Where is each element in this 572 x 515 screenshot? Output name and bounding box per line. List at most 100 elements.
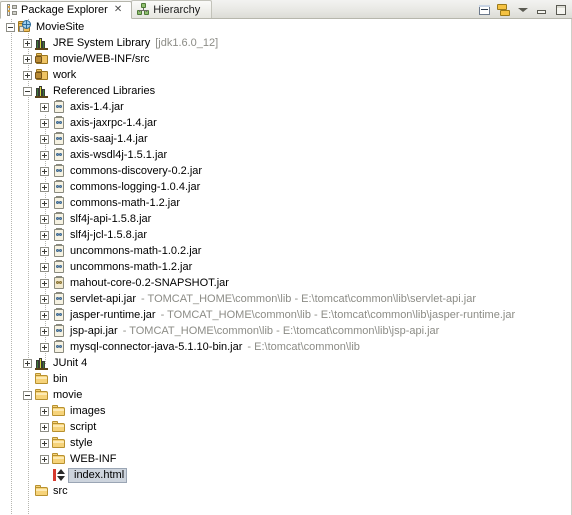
tree-item[interactable]: axis-1.4.jar (0, 99, 571, 115)
folder-icon (34, 371, 50, 387)
collapse-toggle-icon[interactable] (4, 19, 17, 35)
view-menu-icon[interactable] (515, 2, 531, 18)
tree-item-label: commons-discovery-0.2.jar (70, 165, 203, 177)
expand-toggle-icon[interactable] (38, 339, 51, 355)
tree-item-label: jsp-api.jar (70, 325, 118, 337)
close-icon[interactable]: ✕ (112, 5, 124, 15)
tree-item[interactable]: work (0, 67, 571, 83)
tab-hierarchy[interactable]: Hierarchy (131, 0, 213, 18)
tree-item-label: style (70, 437, 93, 449)
expand-toggle-icon[interactable] (21, 51, 34, 67)
tree-item-label: Referenced Libraries (53, 85, 156, 97)
library-icon (34, 35, 50, 51)
tree-item[interactable]: jasper-runtime.jar - TOMCAT_HOME\common\l… (0, 307, 571, 323)
link-with-editor-icon[interactable] (496, 2, 512, 18)
jar-icon (51, 259, 67, 275)
collapse-toggle-icon[interactable] (21, 387, 34, 403)
tree-item[interactable]: bin (0, 371, 571, 387)
jar-icon (51, 227, 67, 243)
expand-toggle-icon[interactable] (38, 99, 51, 115)
expand-toggle-icon[interactable] (38, 323, 51, 339)
tree-item-label: jasper-runtime.jar (70, 309, 156, 321)
tree-item[interactable]: axis-wsdl4j-1.5.1.jar (0, 147, 571, 163)
tree-item[interactable]: commons-logging-1.0.4.jar (0, 179, 571, 195)
expand-toggle-icon[interactable] (38, 147, 51, 163)
maximize-icon[interactable] (553, 2, 569, 18)
expand-toggle-icon[interactable] (38, 243, 51, 259)
expand-toggle-icon[interactable] (21, 355, 34, 371)
tree-item-label: mahout-core-0.2-SNAPSHOT.jar (70, 277, 229, 289)
collapse-toggle-icon[interactable] (21, 83, 34, 99)
expand-toggle-icon[interactable] (38, 227, 51, 243)
folder-icon (34, 387, 50, 403)
expand-toggle-icon[interactable] (21, 67, 34, 83)
jar-icon (51, 163, 67, 179)
minimize-icon[interactable] (534, 2, 550, 18)
tree-item-label: axis-1.4.jar (70, 101, 124, 113)
expand-toggle-icon[interactable] (38, 131, 51, 147)
expand-toggle-icon[interactable] (21, 35, 34, 51)
tree-item[interactable]: script (0, 419, 571, 435)
tree-item[interactable]: mahout-core-0.2-SNAPSHOT.jar (0, 275, 571, 291)
expand-toggle-icon[interactable] (38, 259, 51, 275)
tree-item-label: bin (53, 373, 68, 385)
tree-item-detail: - E:\tomcat\common\lib (247, 341, 360, 353)
expand-toggle-icon[interactable] (38, 419, 51, 435)
tree-item[interactable]: JRE System Library [jdk1.6.0_12] (0, 35, 571, 51)
tree-item-label: WEB-INF (70, 453, 117, 465)
tree-item[interactable]: movie/WEB-INF/src (0, 51, 571, 67)
tree-item-label: MovieSite (36, 21, 85, 33)
jar-icon (51, 195, 67, 211)
tree-item[interactable]: JUnit 4 (0, 355, 571, 371)
tab-package-explorer[interactable]: Package Explorer ✕ (0, 1, 133, 19)
expand-toggle-icon[interactable] (38, 435, 51, 451)
tree-item[interactable]: index.html (0, 467, 571, 483)
tree-item[interactable]: src (0, 483, 571, 499)
tree-item-detail: - TOMCAT_HOME\common\lib - E:\tomcat\com… (141, 293, 476, 305)
tree-item[interactable]: slf4j-api-1.5.8.jar (0, 211, 571, 227)
tree-item[interactable]: jsp-api.jar - TOMCAT_HOME\common\lib - E:… (0, 323, 571, 339)
collapse-all-icon[interactable] (477, 2, 493, 18)
tree-item-label: src (53, 485, 68, 497)
tree-item[interactable]: MovieSite (0, 19, 571, 35)
jar-icon (51, 99, 67, 115)
expand-toggle-icon[interactable] (38, 115, 51, 131)
expand-toggle-icon[interactable] (38, 211, 51, 227)
tab-package-explorer-label: Package Explorer (21, 4, 108, 16)
hierarchy-icon (137, 3, 150, 16)
folder-icon (51, 435, 67, 451)
tree-item[interactable]: images (0, 403, 571, 419)
tree-item[interactable]: uncommons-math-1.2.jar (0, 259, 571, 275)
expand-toggle-icon[interactable] (38, 275, 51, 291)
tree-item-label: commons-logging-1.0.4.jar (70, 181, 201, 193)
expand-toggle-icon[interactable] (38, 451, 51, 467)
tree-item[interactable]: servlet-api.jar - TOMCAT_HOME\common\lib … (0, 291, 571, 307)
tree-item[interactable]: Referenced Libraries (0, 83, 571, 99)
package-explorer-tree[interactable]: MovieSite JRE System Library [jdk1.6.0_12]… (0, 19, 572, 515)
expand-toggle-icon[interactable] (38, 179, 51, 195)
tree-item[interactable]: commons-discovery-0.2.jar (0, 163, 571, 179)
jar-icon (51, 211, 67, 227)
view-toolbar (477, 2, 569, 18)
expand-toggle-icon[interactable] (38, 403, 51, 419)
tree-item[interactable]: style (0, 435, 571, 451)
tree-item[interactable]: commons-math-1.2.jar (0, 195, 571, 211)
tree-item[interactable]: uncommons-math-1.0.2.jar (0, 243, 571, 259)
tree-item[interactable]: slf4j-jcl-1.5.8.jar (0, 227, 571, 243)
tree-item-label: movie/WEB-INF/src (53, 53, 150, 65)
expand-toggle-icon[interactable] (38, 163, 51, 179)
tree-item-detail: - TOMCAT_HOME\common\lib - E:\tomcat\com… (160, 309, 516, 321)
library-icon (34, 355, 50, 371)
tree-item[interactable]: mysql-connector-java-5.1.10-bin.jar - E:\… (0, 339, 571, 355)
expand-toggle-icon[interactable] (38, 307, 51, 323)
tree-item-label: index.html (74, 468, 125, 481)
tree-item[interactable]: axis-saaj-1.4.jar (0, 131, 571, 147)
expand-toggle-icon[interactable] (38, 195, 51, 211)
folder-icon (51, 419, 67, 435)
tree-item[interactable]: axis-jaxrpc-1.4.jar (0, 115, 571, 131)
tree-item[interactable]: movie (0, 387, 571, 403)
tree-item[interactable]: WEB-INF (0, 451, 571, 467)
tree-item-label: uncommons-math-1.0.2.jar (70, 245, 202, 257)
expand-toggle-icon[interactable] (38, 291, 51, 307)
